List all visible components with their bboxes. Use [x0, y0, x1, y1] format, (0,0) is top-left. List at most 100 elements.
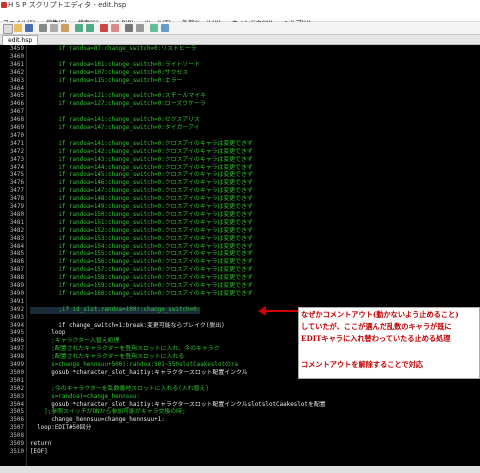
line-number: 3485: [9, 251, 24, 258]
code-line[interactable]: if change_switch=1:break:変更可能ならブレイク(脱出): [30, 323, 224, 331]
tab-edit-hsp[interactable]: edit.hsp: [2, 35, 39, 45]
code-line[interactable]: if randoa=146:change_switch=0:クロスアイのキャラは…: [30, 180, 252, 188]
line-number: 3489: [9, 283, 24, 289]
line-number: 3507: [9, 425, 24, 432]
code-line[interactable]: s=change_hennsuu+500):randoa:501~550slot…: [30, 362, 238, 370]
code-line[interactable]: gosub *character_slot_haitiy:キャラクタースロット配…: [30, 402, 325, 410]
code-line[interactable]: if randoa=127:change_switch=0:ローズウケーラ: [30, 101, 205, 109]
code-line[interactable]: ;キャラクター入替え処理: [30, 338, 119, 346]
line-number: 3478: [9, 196, 24, 203]
code-line[interactable]: return: [30, 441, 51, 449]
annotation-note: なぜかコメントアウト(動かないよう止めること) していたが、ここが選んだ乱数のキ…: [298, 307, 480, 379]
line-number: 3469: [9, 125, 24, 131]
code-line[interactable]: loop:EDIT#50回分: [30, 425, 91, 433]
code-line[interactable]: ;配置されたキャラクターを登用スロットに入れ、今のキャラク: [30, 346, 219, 354]
line-number: 3505: [9, 409, 24, 416]
bookmark-icon[interactable]: [150, 24, 158, 32]
line-number: 3464: [9, 85, 24, 92]
code-line[interactable]: if randoa=155:change_switch=0:クロスアイのキャラは…: [30, 251, 252, 259]
code-line[interactable]: if randoa=150:change_switch=0:クロスアイのキャラは…: [30, 212, 252, 220]
save-icon[interactable]: [25, 24, 33, 32]
code-line[interactable]: if randoa=160:change_switch=0:クロスアイのキャラは…: [30, 291, 252, 299]
code-line[interactable]: if randoa=107:change_switch=0:サクセス: [30, 70, 188, 78]
window-title: H S P スクリプトエディタ - edit.hsp: [8, 1, 127, 9]
line-number: 3490: [9, 290, 24, 297]
undo-icon[interactable]: [75, 24, 83, 32]
toolbar: [0, 22, 480, 35]
cut-icon[interactable]: [39, 24, 47, 32]
compile-icon[interactable]: [111, 24, 119, 32]
copy-icon[interactable]: [50, 24, 58, 32]
code-line[interactable]: if randoa=144:change_switch=0:クロスアイのキャラは…: [30, 165, 252, 173]
line-number: 3481: [9, 219, 24, 226]
code-line[interactable]: if randoa=159:change_switch=0:クロスアイのキャラは…: [30, 283, 252, 291]
code-line[interactable]: if randoa=147:change_switch=0:タイガーアイ: [30, 125, 199, 133]
line-number: 3488: [9, 275, 24, 282]
paste-icon[interactable]: [61, 24, 69, 32]
line-number: 3475: [9, 172, 24, 179]
code-line[interactable]: ;if id_slot.randoa=100!:change_switch=0:: [30, 306, 201, 315]
line-number: 3487: [9, 267, 24, 274]
code-line[interactable]: if randoa=121:change_switch=0:スチールマイネ: [30, 93, 206, 101]
find-icon[interactable]: [125, 24, 133, 32]
code-line[interactable]: if randoa=147:change_switch=0:クロスアイのキャラは…: [30, 188, 252, 196]
line-number: 3502: [9, 385, 24, 392]
line-number: 3500: [9, 369, 24, 376]
code-line[interactable]: gosub *character_slot_haitiy:キャラクタースロット配…: [30, 370, 247, 378]
line-number: 3501: [9, 377, 24, 384]
line-number-gutter: 3459 3460 3461 3462 3463 3464 3465 3466 3467 3468…: [0, 45, 27, 466]
line-number: 3477: [9, 188, 24, 195]
line-number: 3494: [9, 322, 24, 329]
line-number: 3492: [9, 306, 24, 313]
run-icon[interactable]: [100, 24, 108, 32]
code-line[interactable]: if randoa=151:change_switch=0:クロスアイのキャラは…: [30, 220, 252, 228]
code-line[interactable]: if randoa=158:change_switch=0:クロスアイのキャラは…: [30, 275, 252, 283]
new-file-icon[interactable]: [3, 24, 13, 34]
code-line[interactable]: ;配置されたキャラクターを登用スロットに入れる: [30, 354, 184, 362]
code-line[interactable]: if randoa=152:change_switch=0:クロスアイのキャラは…: [30, 228, 252, 236]
line-number: 3495: [9, 330, 24, 337]
line-number: 3459: [9, 46, 24, 52]
code-line[interactable]: [EOF]: [30, 449, 48, 457]
code-line[interactable]: if randoa=141:change_switch=0:セクスアリス: [30, 117, 200, 125]
line-number: 3498: [9, 354, 24, 361]
line-number: 3496: [9, 338, 24, 345]
code-editor[interactable]: 3459 3460 3461 3462 3463 3464 3465 3466 3467 3468…: [0, 45, 480, 466]
code-line[interactable]: if randoa=148:change_switch=0:クロスアイのキャラは…: [30, 196, 252, 204]
code-line[interactable]: if randoa=115:change_switch=0:エラー: [30, 78, 182, 86]
code-line[interactable]: ];参照スイッチがONから参加可能がキャラ交換の時;: [30, 409, 185, 417]
code-line[interactable]: if randoa=156:change_switch=0:クロスアイのキャラは…: [30, 259, 252, 267]
annotation-line-5: コメントアウトを解除することで対応: [301, 360, 423, 369]
menu-bar: ファイル(F) 編集(E) 検索(S) H S P(P) ツール(T) 外部ツー…: [0, 10, 480, 27]
line-number: 3484: [9, 243, 24, 250]
redo-icon[interactable]: [86, 24, 94, 32]
code-line[interactable]: if randoa=143:change_switch=0:クロスアイのキャラは…: [30, 157, 252, 165]
code-line[interactable]: if randoa=157:change_switch=0:クロスアイのキャラは…: [30, 267, 252, 275]
help-icon[interactable]: [161, 24, 169, 32]
code-line[interactable]: if randoa=141:change_switch=0:クロスアイのキャラは…: [30, 141, 252, 149]
code-line[interactable]: if randoa=154:change_switch=0:クロスアイのキャラは…: [30, 244, 252, 252]
code-line[interactable]: if randoa=142:change_switch=0:クロスアイのキャラは…: [30, 149, 252, 157]
code-line[interactable]: loop: [30, 330, 65, 338]
line-number: 3462: [9, 69, 24, 76]
code-line[interactable]: s=randoa)=change_hennsuu:: [30, 394, 140, 402]
line-number: 3497: [9, 346, 24, 353]
line-number: 3474: [9, 164, 24, 171]
code-line[interactable]: if randoa=87:change_switch=0:リストヒーラ: [30, 46, 196, 54]
open-folder-icon[interactable]: [14, 24, 22, 32]
code-line[interactable]: change_hennsuu=change_hennsuu+1:: [30, 417, 165, 425]
replace-icon[interactable]: [136, 24, 144, 32]
line-number: 3506: [9, 417, 24, 424]
annotation-arrow: [258, 306, 298, 315]
annotation-line-1: なぜかコメントアウト(動かないよう止めること): [301, 310, 459, 319]
line-number: 3472: [9, 148, 24, 155]
line-number: 3486: [9, 259, 24, 266]
line-number: 3503: [9, 393, 24, 400]
code-line[interactable]: if randoa=149:change_switch=0:クロスアイのキャラは…: [30, 204, 252, 212]
code-line[interactable]: if randoa=101:change_switch=0:ライトソード: [30, 62, 200, 70]
code-line[interactable]: if randoa=145:change_switch=0:クロスアイのキャラは…: [30, 172, 252, 180]
code-line[interactable]: if randoa=153:change_switch=0:クロスアイのキャラは…: [30, 236, 252, 244]
line-number: 3460: [9, 53, 24, 60]
line-number: 3482: [9, 227, 24, 234]
code-line[interactable]: ;今のキャラクターを乱数番地スロットに入れる(入れ替え): [30, 386, 209, 394]
